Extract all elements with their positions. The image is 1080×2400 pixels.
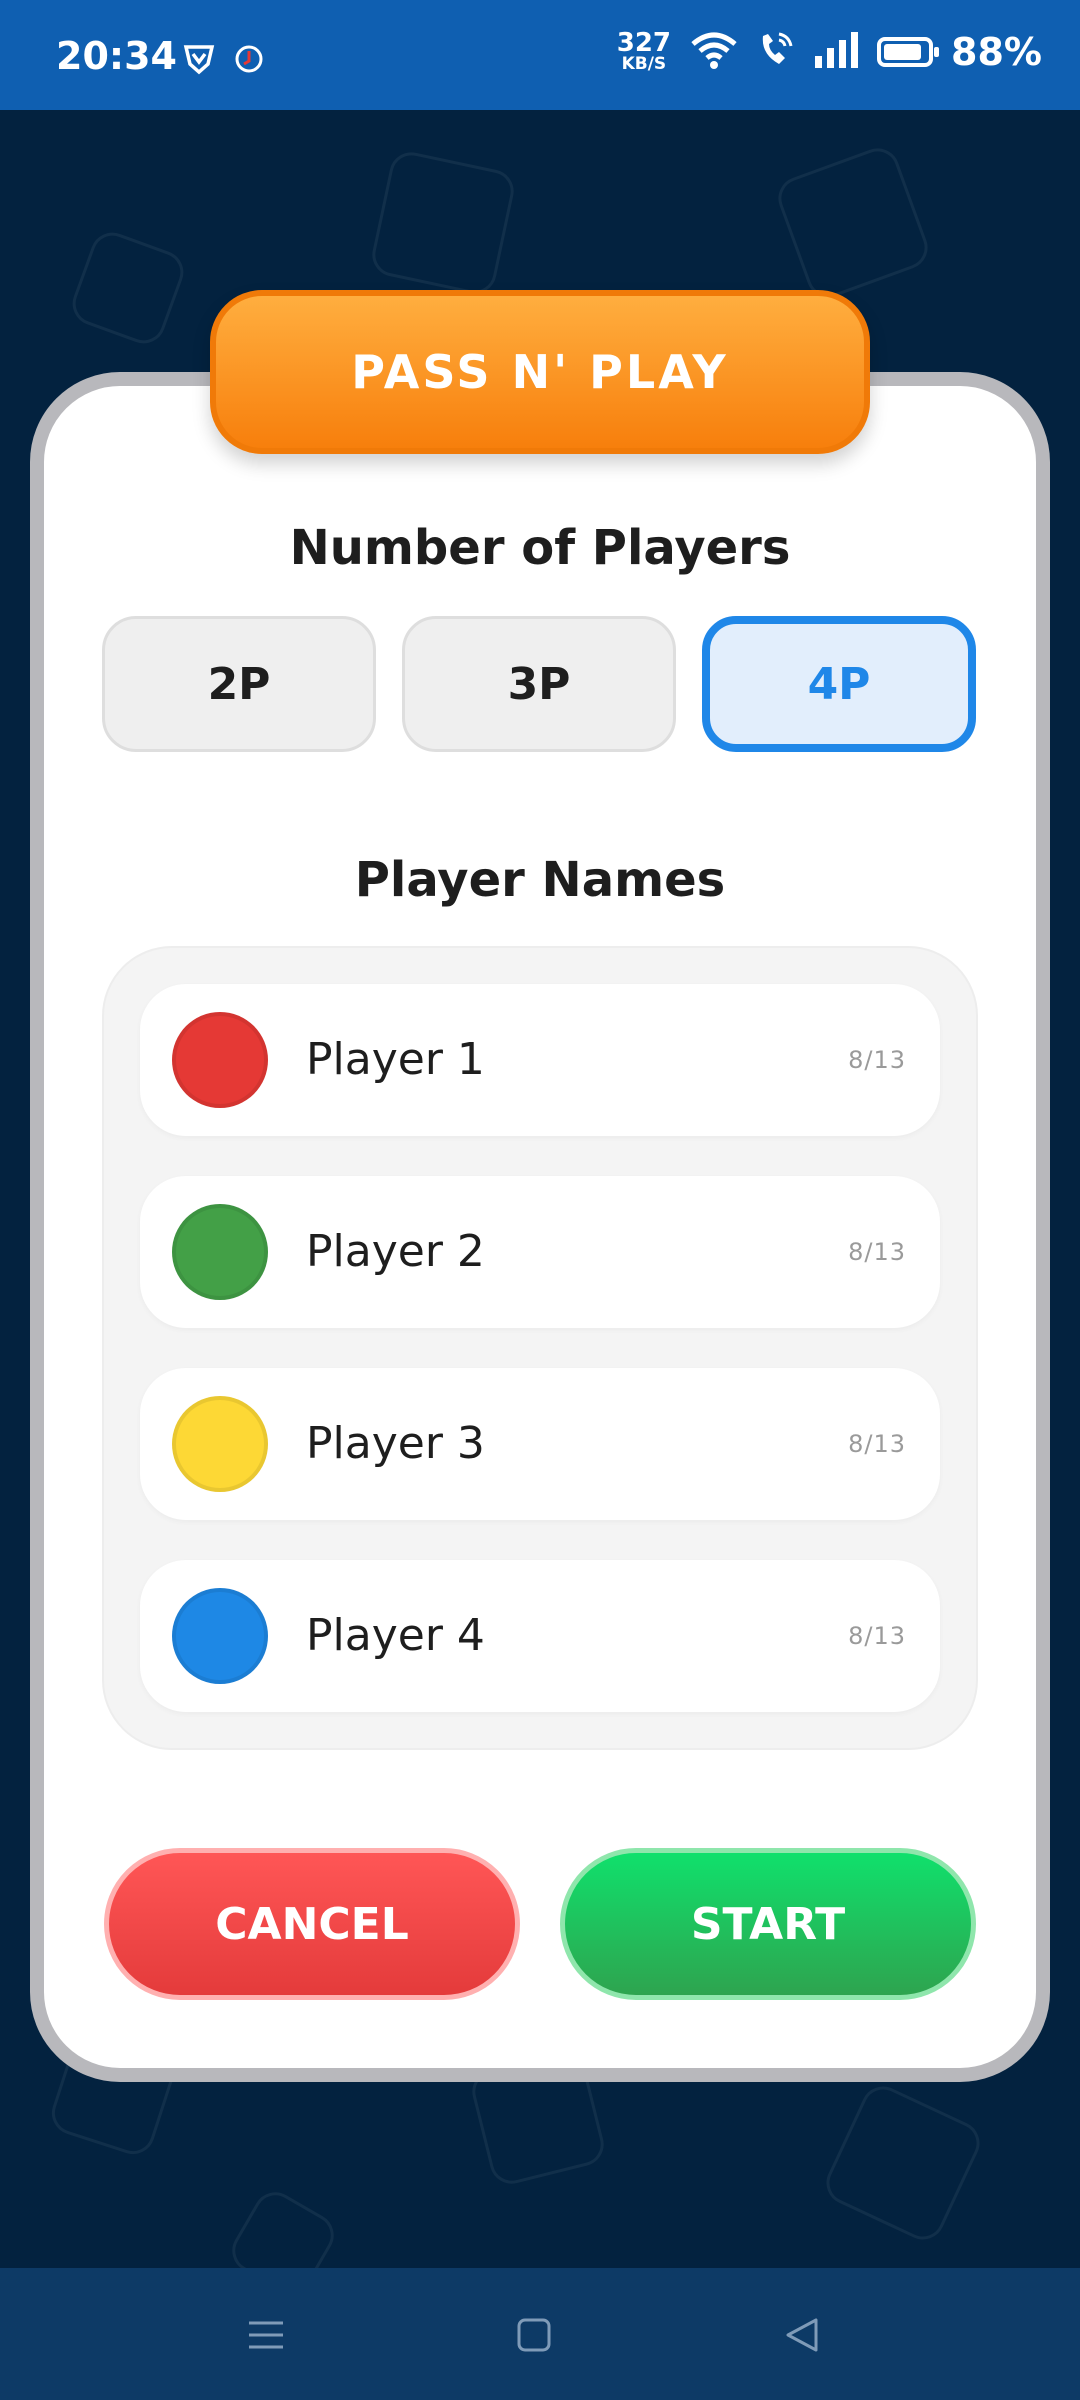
player-4-color-dot [172, 1588, 268, 1684]
network-speed-unit: KB/S [621, 54, 667, 74]
player-count-3p-button[interactable]: 3P [402, 616, 676, 752]
battery-icon [877, 37, 940, 67]
player-1-name-input[interactable] [306, 984, 786, 1136]
player-count-4p-button[interactable]: 4P [702, 616, 976, 752]
home-square-icon[interactable] [504, 2308, 564, 2362]
player-3-name-input[interactable] [306, 1368, 786, 1520]
player-row-1: 8/13 [140, 984, 940, 1136]
system-nav-bar [0, 2268, 1080, 2400]
signal-icon [813, 30, 859, 74]
player-row-3: 8/13 [140, 1368, 940, 1520]
player-1-char-counter: 8/13 [848, 1046, 906, 1074]
vpn-shield-icon [182, 42, 216, 80]
names-heading: Player Names [354, 852, 726, 908]
player-3-color-dot [172, 1396, 268, 1492]
notification-icon [234, 44, 264, 78]
battery-percent: 88% [951, 30, 1042, 74]
player-4-name-input[interactable] [306, 1560, 786, 1712]
status-bar: 20:34 327 KB/S 88% [0, 0, 1080, 110]
start-button[interactable]: START [560, 1848, 976, 2000]
network-speed-value: 327 [616, 28, 672, 58]
menu-icon[interactable] [236, 2308, 296, 2362]
player-3-char-counter: 8/13 [848, 1430, 906, 1458]
status-time: 20:34 [56, 34, 177, 78]
dialog-title: PASS N' PLAY [351, 345, 729, 399]
wifi-icon [689, 30, 739, 74]
player-row-2: 8/13 [140, 1176, 940, 1328]
network-speed: 327 KB/S [616, 28, 672, 74]
player-2-char-counter: 8/13 [848, 1238, 906, 1266]
player-1-color-dot [172, 1012, 268, 1108]
dialog-title-banner: PASS N' PLAY [210, 290, 870, 454]
player-4-char-counter: 8/13 [848, 1622, 906, 1650]
wifi-call-icon [757, 30, 795, 74]
player-count-2p-button[interactable]: 2P [102, 616, 376, 752]
player-2-color-dot [172, 1204, 268, 1300]
player-2-name-input[interactable] [306, 1176, 786, 1328]
cancel-button[interactable]: CANCEL [104, 1848, 520, 2000]
players-heading: Number of Players [289, 520, 791, 576]
player-row-4: 8/13 [140, 1560, 940, 1712]
back-triangle-icon[interactable] [772, 2308, 832, 2362]
